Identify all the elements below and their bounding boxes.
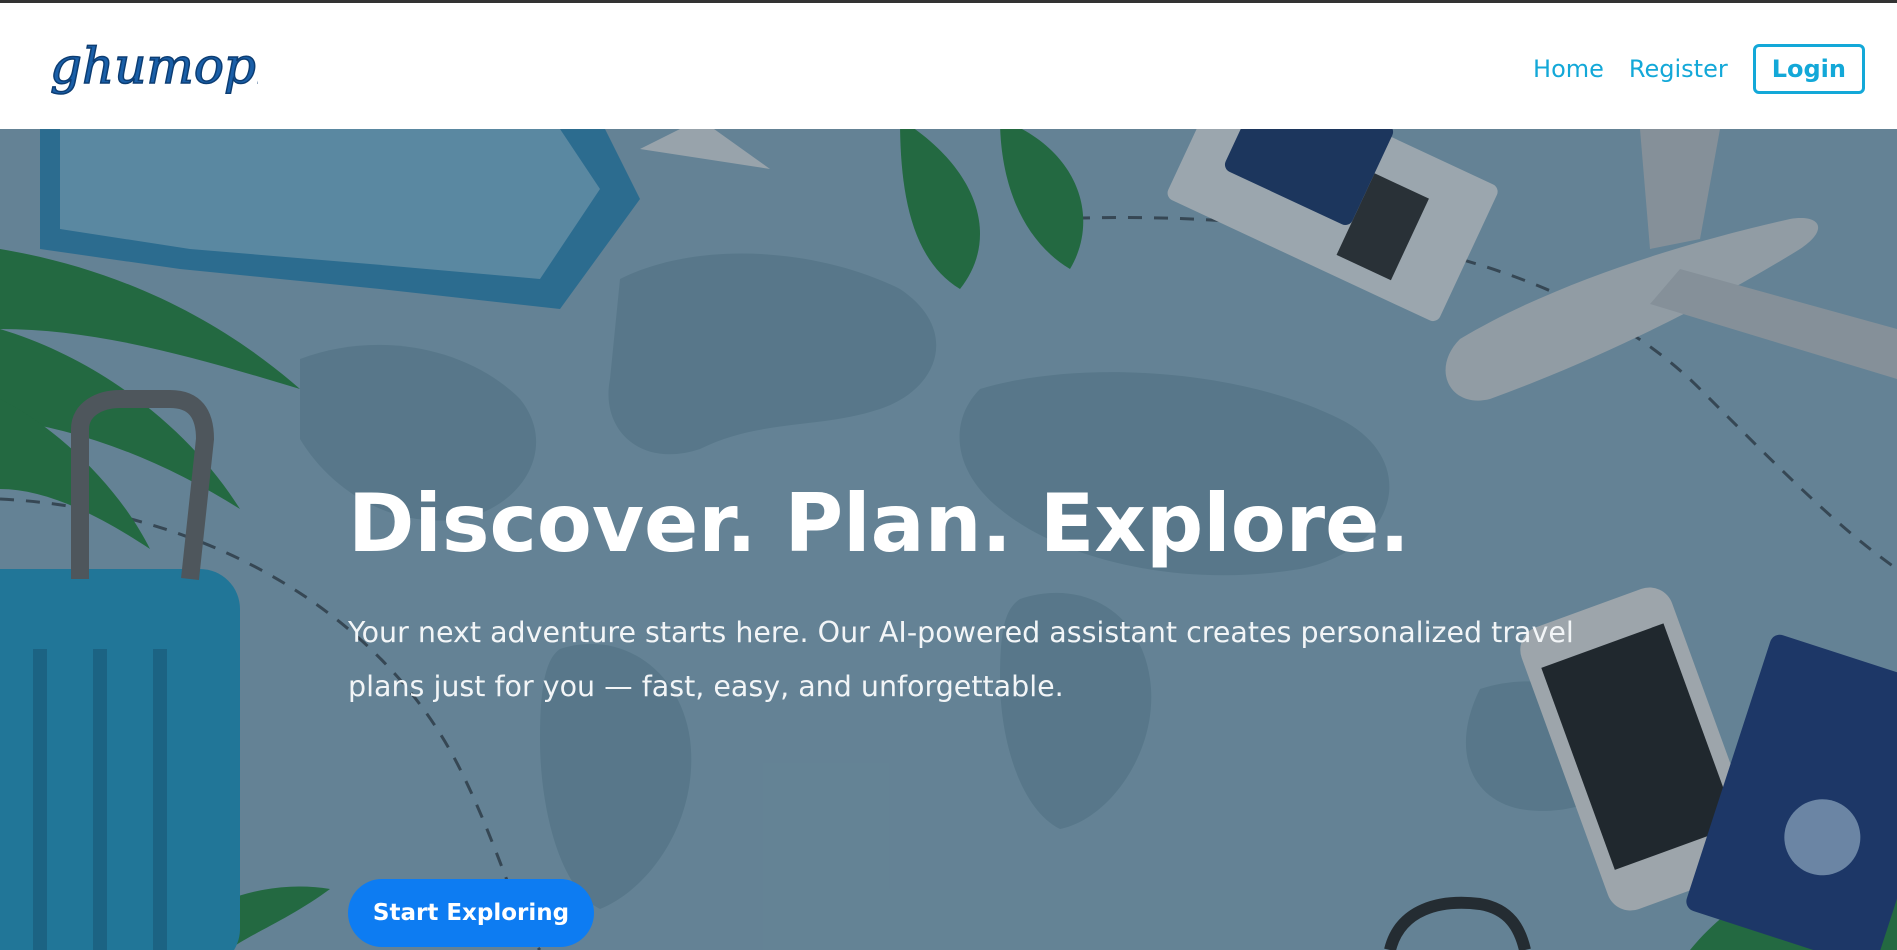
hero-content: Discover. Plan. Explore. Your next adven… [348, 477, 1648, 947]
start-exploring-button[interactable]: Start Exploring [348, 879, 594, 947]
svg-text:ghumophiro: ghumophiro [50, 37, 258, 95]
nav-home-link[interactable]: Home [1533, 55, 1604, 83]
nav-register-link[interactable]: Register [1629, 55, 1728, 83]
hero-section: Discover. Plan. Explore. Your next adven… [0, 129, 1897, 950]
login-button[interactable]: Login [1752, 44, 1865, 94]
hero-title: Discover. Plan. Explore. [348, 477, 1410, 570]
nav-links: Home Register Login [1533, 43, 1865, 95]
navbar: ghumophiro Home Register Login [0, 3, 1897, 129]
ghumophiro-logo[interactable]: ghumophiro [48, 21, 258, 109]
hero-subtitle: Your next adventure starts here. Our AI-… [348, 616, 1574, 703]
